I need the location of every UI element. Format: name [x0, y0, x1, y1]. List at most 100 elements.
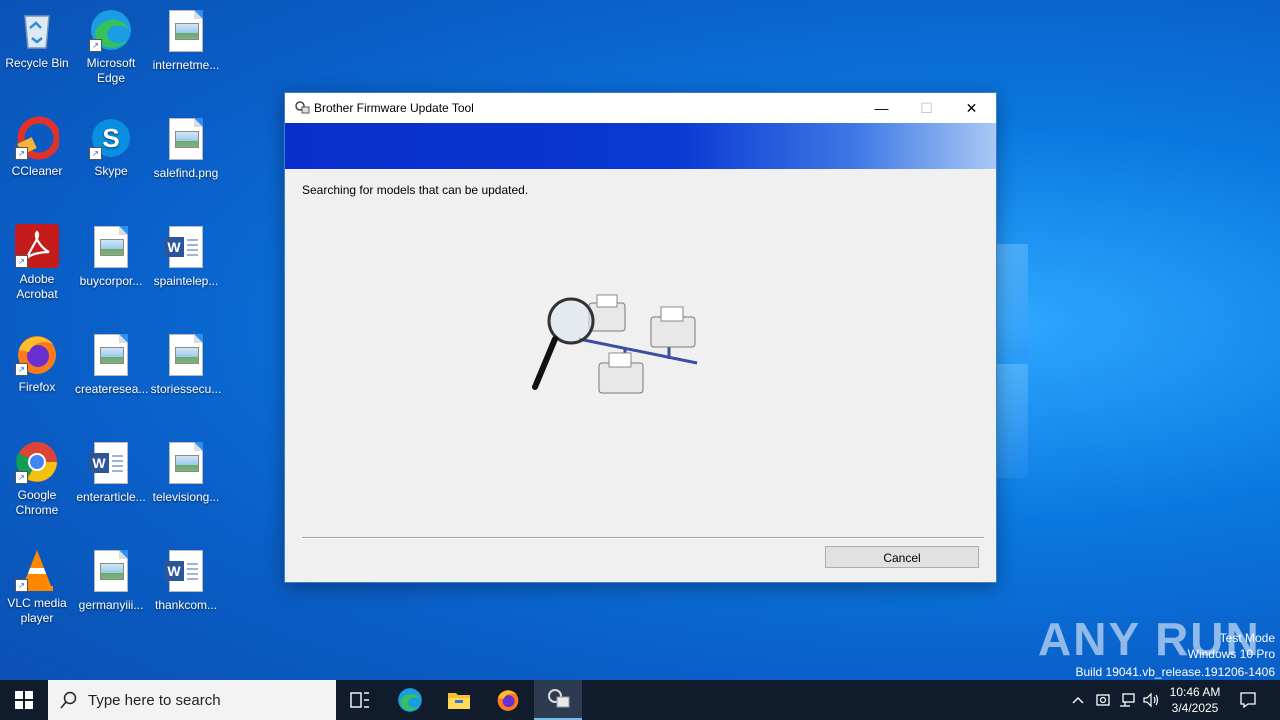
windows-logo-pane — [996, 364, 1028, 478]
dialog-titlebar[interactable]: Brother Firmware Update Tool — ☐ ✕ — [285, 93, 996, 123]
svg-text:S: S — [102, 123, 119, 153]
clock-date: 3/4/2025 — [1171, 701, 1219, 715]
desktop-icon-label: Adobe Acrobat — [16, 272, 58, 301]
desktop-icon-label: Firefox — [18, 380, 56, 394]
desktop-icon-recycle-bin[interactable]: Recycle Bin — [1, 8, 73, 71]
taskbar-firefox[interactable] — [484, 680, 532, 720]
taskbar-search[interactable]: Type here to search — [48, 680, 336, 720]
network-icon — [1120, 693, 1135, 707]
chrome-icon: ↗ — [15, 440, 59, 484]
image-file-icon — [164, 118, 208, 162]
desktop-icon-enterarticle[interactable]: W enterarticle... — [75, 440, 147, 505]
task-view-icon — [350, 692, 369, 708]
firefox-icon — [497, 690, 519, 711]
network-button[interactable] — [1116, 680, 1138, 720]
taskbar-file-explorer[interactable] — [435, 680, 483, 720]
shortcut-arrow-icon: ↗ — [15, 579, 28, 592]
desktop-icon-microsoft-edge[interactable]: ↗ Microsoft Edge — [75, 8, 147, 86]
desktop-icon-spaintelep[interactable]: W spaintelep... — [150, 224, 222, 289]
desktop-icon-storiessecu[interactable]: storiessecu... — [150, 332, 222, 397]
printer-icon — [598, 352, 644, 394]
desktop-icon-ccleaner[interactable]: ↗ CCleaner — [1, 116, 73, 179]
desktop-icon-label: Recycle Bin — [5, 56, 69, 70]
taskbar-brother-firmware-tool[interactable] — [534, 680, 582, 720]
speaker-icon — [1143, 692, 1159, 708]
printer-icon — [650, 306, 696, 348]
desktop-icon-createresea[interactable]: createresea... — [75, 332, 149, 397]
recycle-bin-icon — [15, 8, 59, 52]
search-placeholder: Type here to search — [88, 692, 221, 709]
desktop-icon-label: createresea... — [75, 382, 149, 396]
vlc-icon: ↗ — [15, 548, 59, 592]
shortcut-arrow-icon: ↗ — [15, 471, 28, 484]
test-mode-text: Test Mode — [1219, 631, 1275, 645]
tray-app-icon — [1096, 694, 1110, 706]
desktop-icon-google-chrome[interactable]: ↗ Google Chrome — [1, 440, 73, 518]
image-file-icon — [89, 550, 133, 594]
edge-icon: ↗ — [89, 8, 133, 52]
image-file-icon — [164, 334, 208, 378]
desktop-icon-adobe-acrobat[interactable]: ↗ Adobe Acrobat — [1, 224, 73, 302]
brother-app-icon — [294, 100, 310, 116]
shortcut-arrow-icon: ↗ — [15, 147, 28, 160]
desktop-icon-vlc[interactable]: ↗ VLC media player — [1, 548, 73, 626]
windows-edition-text: Windows 10 Pro — [1187, 647, 1275, 661]
minimize-button[interactable]: — — [859, 93, 904, 123]
close-button[interactable]: ✕ — [949, 93, 994, 123]
word-file-icon: W — [89, 442, 133, 486]
desktop-icon-salefind[interactable]: salefind.png — [150, 116, 222, 181]
desktop-icon-germanyiii[interactable]: germanyiii... — [75, 548, 147, 613]
firefox-icon: ↗ — [15, 332, 59, 376]
chevron-up-icon — [1072, 697, 1084, 704]
desktop-icon-label: CCleaner — [11, 164, 63, 178]
desktop-icon-thankcom[interactable]: W thankcom... — [150, 548, 222, 613]
desktop-icon-label: salefind.png — [153, 166, 219, 180]
image-file-icon — [164, 10, 208, 54]
dialog-title: Brother Firmware Update Tool — [314, 101, 474, 115]
firmware-update-dialog: Brother Firmware Update Tool — ☐ ✕ Searc… — [284, 92, 997, 583]
shortcut-arrow-icon: ↗ — [15, 255, 28, 268]
tray-app-button[interactable] — [1092, 680, 1114, 720]
maximize-button[interactable]: ☐ — [904, 93, 949, 123]
desktop-icon-label: Microsoft Edge — [86, 56, 136, 85]
edge-icon — [398, 688, 422, 712]
taskbar-edge[interactable] — [386, 680, 434, 720]
task-view-button[interactable] — [336, 680, 384, 720]
taskbar-clock[interactable]: 10:46 AM 3/4/2025 — [1160, 684, 1230, 716]
cancel-button[interactable]: Cancel — [825, 546, 979, 568]
dialog-banner — [285, 123, 996, 169]
desktop-icon-label: enterarticle... — [76, 490, 146, 504]
ccleaner-icon: ↗ — [15, 116, 61, 160]
build-text: Build 19041.vb_release.191206-1406 — [1075, 665, 1276, 679]
clock-time: 10:46 AM — [1169, 685, 1221, 699]
shortcut-arrow-icon: ↗ — [89, 147, 102, 160]
searching-printers-illustration — [529, 289, 701, 401]
desktop-icon-buycorpor[interactable]: buycorpor... — [75, 224, 147, 289]
search-icon — [60, 691, 77, 709]
image-file-icon — [89, 334, 133, 378]
desktop-icon-label: thankcom... — [154, 598, 218, 612]
magnifier-icon — [532, 297, 595, 390]
shortcut-arrow-icon: ↗ — [15, 363, 28, 376]
status-text: Searching for models that can be updated… — [302, 183, 529, 197]
folder-icon — [448, 693, 470, 709]
image-file-icon — [89, 226, 133, 270]
desktop-icon-label: germanyiii... — [78, 598, 144, 612]
image-file-icon — [164, 442, 208, 486]
notification-icon — [1240, 692, 1256, 709]
acrobat-icon: ↗ — [15, 224, 59, 268]
windows-icon — [15, 691, 33, 709]
notifications-button[interactable] — [1236, 680, 1260, 720]
start-button[interactable] — [0, 680, 48, 720]
desktop-icon-internetme[interactable]: internetme... — [150, 8, 222, 73]
printer-icon — [588, 294, 626, 332]
desktop-icon-skype[interactable]: S ↗ Skype — [75, 116, 147, 179]
desktop-icon-firefox[interactable]: ↗ Firefox — [1, 332, 73, 395]
desktop-icon-label: storiessecu... — [150, 382, 222, 396]
desktop-icon-televisiong[interactable]: televisiong... — [150, 440, 222, 505]
desktop-icon-label: VLC media player — [7, 596, 67, 625]
volume-button[interactable] — [1140, 680, 1162, 720]
show-hidden-icons-button[interactable] — [1068, 680, 1088, 720]
desktop-icon-label: spaintelep... — [153, 274, 219, 288]
skype-icon: S ↗ — [89, 116, 133, 160]
